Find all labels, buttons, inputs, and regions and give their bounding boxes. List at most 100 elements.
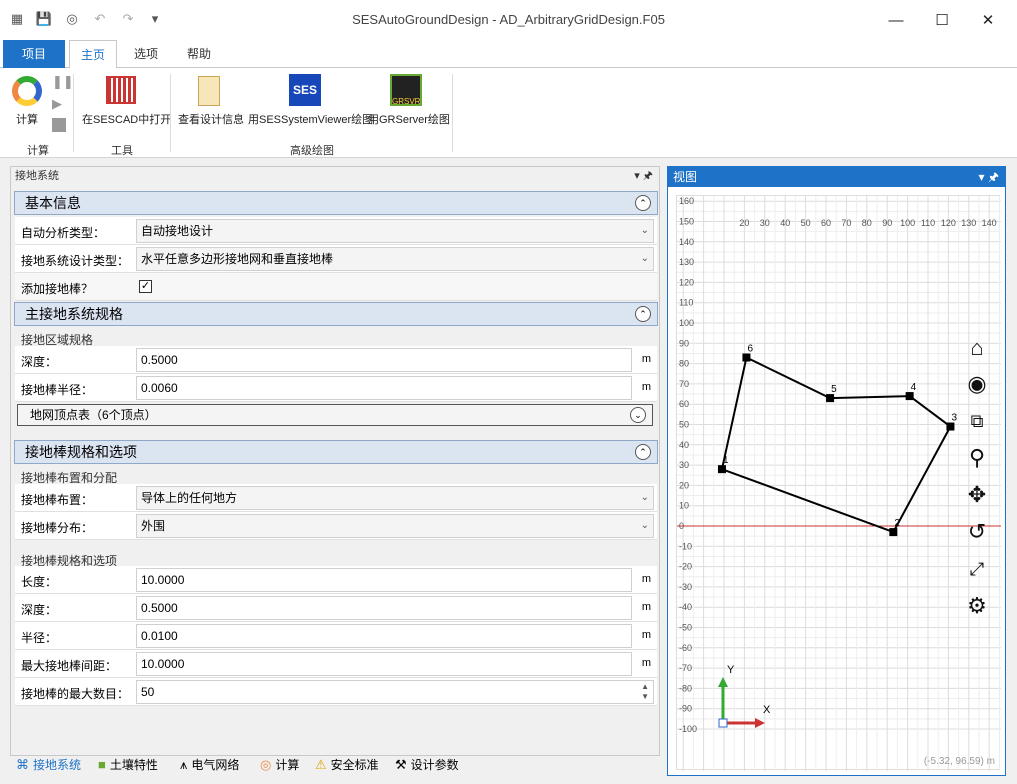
ses-icon[interactable]: SES <box>289 74 321 106</box>
vertex-label: 4 <box>911 382 917 393</box>
group-label-tools: 工具 <box>111 145 133 157</box>
label: 深度： <box>21 603 58 617</box>
tab-help[interactable]: 帮助 <box>175 40 223 68</box>
pin-icon[interactable]: ▾ 🖈 <box>634 167 653 185</box>
row-depth: 深度： 0.5000 m <box>15 346 657 374</box>
add-rods-checkbox[interactable]: ✓ <box>139 280 152 293</box>
tab-label: 设计参数 <box>410 758 459 772</box>
y-tick-label: 30 <box>679 460 689 470</box>
open-sescad-button[interactable]: 在SESCAD中打开 <box>82 111 171 127</box>
y-tick-label: -30 <box>679 582 692 592</box>
collapse-icon[interactable]: ⌃ <box>635 444 651 460</box>
view-design-info-button[interactable]: 查看设计信息 <box>178 111 244 127</box>
label: 添加接地棒？ <box>21 282 94 296</box>
separator <box>73 74 74 152</box>
conductor-segment <box>909 395 952 428</box>
tab-home[interactable]: 主页 <box>69 40 117 69</box>
pin-icon[interactable]: ▾ 🖈 <box>979 167 999 187</box>
y-tick-label: 0 <box>679 521 684 531</box>
plot-canvas[interactable]: 20 30 40 50 60 70 80 90 100 110 120 130 140160150140… <box>677 196 1001 771</box>
grserver-button[interactable]: 用GRServer绘图 <box>368 111 450 127</box>
bottom-tab-design[interactable]: ⚒ 设计参数 <box>395 754 459 776</box>
collapse-icon[interactable]: ⌃ <box>635 195 651 211</box>
close-button[interactable]: ✕ <box>965 4 1011 36</box>
home-icon[interactable]: ⌂ <box>962 333 992 363</box>
y-tick-label: 110 <box>679 298 693 308</box>
tab-project[interactable]: 项目 <box>3 40 65 68</box>
radius-input[interactable]: 0.0100 <box>136 624 632 648</box>
y-tick-label: 20 <box>679 480 689 490</box>
y-tick-label: -40 <box>679 602 692 612</box>
section-basic[interactable]: 基本信息 ⌃ <box>14 191 658 215</box>
max-count-stepper[interactable]: 50 ▲ ▼ <box>136 680 654 704</box>
stepper-arrows-icon[interactable]: ▲ ▼ <box>641 682 649 702</box>
label: 接地棒的最大数目： <box>21 687 130 701</box>
rotate-icon[interactable]: ↺ <box>962 517 992 547</box>
separator <box>452 74 453 152</box>
vertex-label: 6 <box>747 344 753 355</box>
zoom-icon[interactable]: ⚲ <box>962 443 992 473</box>
y-tick-label: 90 <box>679 338 689 348</box>
vertex-marker <box>946 422 955 431</box>
x-tick-label: 60 <box>821 218 831 228</box>
row-rod-placement: 接地棒布置： 导体上的任何地方 ⌄ <box>15 484 657 512</box>
section-main[interactable]: 主接地系统规格 ⌃ <box>14 302 658 326</box>
fit-icon[interactable]: ⤢ <box>962 554 992 584</box>
vertex-marker <box>889 528 898 537</box>
vertex-label: 1 <box>723 455 729 466</box>
design-info-icon[interactable] <box>198 76 220 106</box>
bottom-tab-soil[interactable]: ■ 土壤特性 <box>98 754 158 776</box>
calculate-button[interactable]: 计算 <box>16 111 38 127</box>
section-rods-title: 接地棒规格和选项 <box>25 444 137 460</box>
grserver-icon[interactable]: GRSVR <box>390 74 422 106</box>
ses-viewer-button[interactable]: 用SESSystemViewer绘图 <box>248 111 373 127</box>
group-label-advanced: 高级绘图 <box>290 145 334 157</box>
x-tick-label: 140 <box>982 218 997 228</box>
expand-icon[interactable]: ⌄ <box>630 407 646 423</box>
section-rods[interactable]: 接地棒规格和选项 ⌃ <box>14 440 658 464</box>
minimize-button[interactable]: — <box>873 4 919 36</box>
step-icon[interactable]: ▶ <box>52 96 66 111</box>
pan-icon[interactable]: ✥ <box>962 480 992 510</box>
collapse-icon[interactable]: ⌃ <box>635 306 651 322</box>
panel-title: 接地系统 ▾ 🖈 <box>11 167 659 185</box>
design-type-select[interactable]: 水平任意多边形接地网和垂直接地棒 ⌄ <box>136 247 654 271</box>
title-bar: ▦ 💾 ◎ ↶ ↷ ▾ SESAutoGroundDesign - AD_Arb… <box>0 0 1017 40</box>
rod-depth-input[interactable]: 0.5000 <box>136 596 632 620</box>
analysis-type-select[interactable]: 自动接地设计 ⌄ <box>136 219 654 243</box>
tab-options[interactable]: 选项 <box>122 40 170 68</box>
y-tick-label: 70 <box>679 379 689 389</box>
tab-label: 计算 <box>275 758 300 772</box>
y-tick-label: 40 <box>679 440 689 450</box>
label: 半径： <box>21 631 58 645</box>
row-analysis-type: 自动分析类型： 自动接地设计 ⌄ <box>15 217 657 245</box>
y-tick-label: -90 <box>679 704 692 714</box>
stop-icon[interactable] <box>52 118 66 132</box>
eye-icon[interactable]: ◉ <box>962 369 992 399</box>
y-axis-label: Y <box>727 664 735 676</box>
zoom-window-icon[interactable]: ⧉ <box>962 406 992 436</box>
settings-icon[interactable]: ⚙ <box>962 591 992 621</box>
rod-distribution-select[interactable]: 外围 ⌄ <box>136 514 654 538</box>
vertex-table-toggle[interactable]: 地网顶点表（6个顶点） ⌄ <box>17 404 653 426</box>
bottom-tab-network[interactable]: ⩚ 电气网络 <box>180 754 239 776</box>
sescad-icon[interactable] <box>106 76 136 104</box>
unit: m <box>641 657 651 669</box>
length-input[interactable]: 10.0000 <box>136 568 632 592</box>
max-spacing-input[interactable]: 10.0000 <box>136 652 632 676</box>
rod-placement-select[interactable]: 导体上的任何地方 ⌄ <box>136 486 654 510</box>
depth-input[interactable]: 0.5000 <box>136 348 632 372</box>
chevron-down-icon: ⌄ <box>640 253 649 264</box>
bottom-tab-safety[interactable]: ⚠ 安全标准 <box>315 754 379 776</box>
rod-radius-input[interactable]: 0.0060 <box>136 376 632 400</box>
bottom-tab-calc[interactable]: ◎ 计算 <box>260 754 299 776</box>
color-wheel-icon: ◎ <box>260 757 272 772</box>
maximize-button[interactable]: ☐ <box>919 4 965 36</box>
plot-area[interactable]: 20 30 40 50 60 70 80 90 100 110 120 130 140 160 150 140… <box>676 195 1001 771</box>
bottom-tab-grounding[interactable]: ⌘ 接地系统 <box>16 754 81 776</box>
x-tick-label: 120 <box>941 218 956 228</box>
unit: m <box>641 629 651 641</box>
pause-icon[interactable]: ❚❚ <box>52 74 74 89</box>
separator <box>170 74 171 152</box>
calculate-icon[interactable] <box>12 76 42 106</box>
